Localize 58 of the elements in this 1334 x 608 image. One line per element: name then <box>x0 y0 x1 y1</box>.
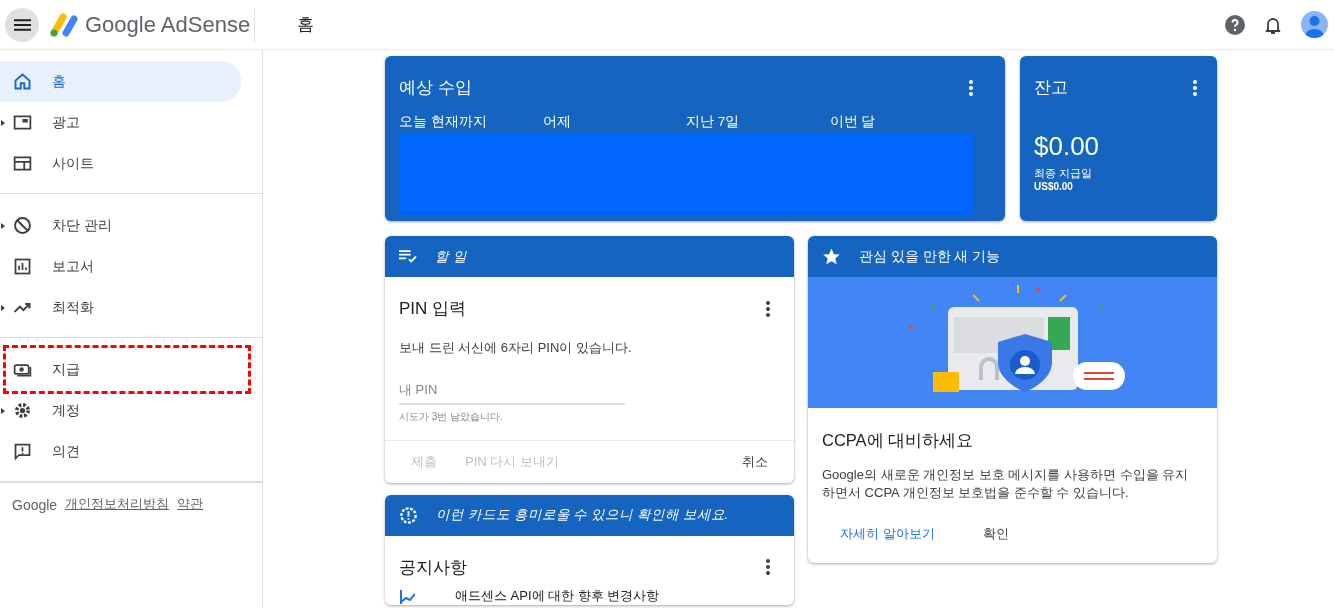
nav-item[interactable]: 차단 관리 <box>0 205 241 246</box>
card-header: 할 일 <box>435 247 467 266</box>
alert-icon <box>399 505 418 525</box>
nav-item[interactable]: 광고 <box>0 102 241 143</box>
menu-icon[interactable] <box>13 18 31 31</box>
card-header: 이런 카드도 흥미로울 수 있으니 확인해 보세요. <box>436 506 729 524</box>
nav-item[interactable]: 홈 <box>0 61 241 102</box>
payment-amount: US$0.00 <box>1034 181 1074 192</box>
expand-icon[interactable] <box>1 222 5 229</box>
nav-icon <box>12 215 33 236</box>
learn-more-link[interactable]: 자세히 알아보기 <box>826 519 949 550</box>
nav-item[interactable]: 계정 <box>0 390 241 431</box>
balance-amount: $0.00 <box>1034 131 1101 162</box>
more-icon[interactable] <box>1193 79 1197 96</box>
column-label: 이번 달 <box>829 113 877 131</box>
footer-brand: Google <box>12 497 58 513</box>
card-title: 잔고 <box>1034 77 1068 99</box>
confirm-button[interactable]: 확인 <box>968 519 1023 550</box>
help-icon[interactable] <box>1225 14 1245 35</box>
nav-item[interactable]: 의견 <box>0 431 241 472</box>
checklist-icon <box>399 250 417 263</box>
nav-icon <box>12 441 33 462</box>
chart-icon <box>399 587 415 604</box>
card-text: Google의 새로운 개인정보 보호 메시지를 사용하면 수입을 유지하면서 CCPA 개인정보 보호법을 준수할 수 있습니다. <box>822 466 1190 502</box>
nav-icon <box>12 256 33 277</box>
more-icon[interactable] <box>766 559 770 575</box>
notice-item[interactable]: 애드센스 API에 대한 향후 변경사항 <box>455 586 660 605</box>
more-icon[interactable] <box>766 300 770 317</box>
more-icon[interactable] <box>969 79 973 96</box>
column-label: 어제 <box>542 113 572 131</box>
avatar-icon[interactable] <box>1301 11 1328 38</box>
nav-item[interactable]: 최적화 <box>0 287 241 328</box>
nav-icon <box>12 400 33 421</box>
nav-item[interactable]: 보고서 <box>0 246 241 287</box>
nav-icon <box>12 71 33 92</box>
card-title: CCPA에 대비하세요 <box>822 430 975 451</box>
star-icon <box>822 247 841 266</box>
action-button[interactable]: 취소 <box>728 446 782 477</box>
logo-icon <box>49 12 79 37</box>
card-title: 공지사항 <box>399 556 467 579</box>
product-name: Google AdSense <box>85 11 251 38</box>
footer-link[interactable]: 약관 <box>177 495 204 513</box>
nav-item[interactable]: 지급 <box>0 349 241 390</box>
column-label: 오늘 현재까지 <box>399 113 488 131</box>
footer-link[interactable]: 개인정보처리방침 <box>65 495 170 513</box>
page-title: 홈 <box>297 14 315 36</box>
expand-icon[interactable] <box>1 407 5 414</box>
payment-label: 최종 지급일 <box>1034 166 1094 181</box>
card-text: 보내 드린 서신에 6자리 PIN이 있습니다. <box>399 339 633 357</box>
column-label: 지난 7일 <box>686 113 741 131</box>
card-title: 예상 수입 <box>399 77 472 99</box>
helper-text: 시도가 3번 남았습니다. <box>399 409 504 424</box>
expand-icon[interactable] <box>1 119 5 126</box>
card-header: 관심 있을 만한 새 기능 <box>859 247 1000 266</box>
card-title: PIN 입력 <box>399 298 467 320</box>
menu-button[interactable] <box>5 7 39 42</box>
nav-item[interactable]: 사이트 <box>0 143 241 184</box>
expand-icon[interactable] <box>1 304 5 311</box>
